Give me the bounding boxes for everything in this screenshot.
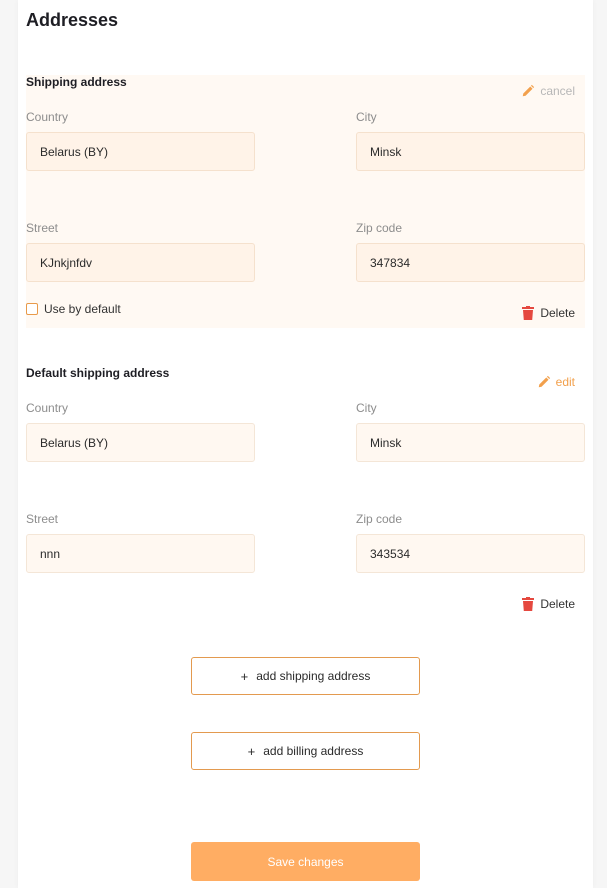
street-label: Street — [26, 512, 59, 526]
street-field[interactable]: nnn — [26, 534, 255, 573]
city-label: City — [356, 110, 377, 124]
zip-label: Zip code — [356, 221, 403, 235]
page-title: Addresses — [26, 10, 119, 30]
use-by-default-label: Use by default — [44, 302, 121, 316]
cancel-label: cancel — [540, 84, 575, 98]
checkbox-box[interactable] — [26, 303, 38, 315]
edit-button[interactable]: edit — [537, 375, 575, 389]
city-field[interactable]: Minsk — [356, 423, 585, 462]
add-billing-address-label: add billing address — [263, 744, 364, 758]
city-input[interactable]: Minsk — [356, 132, 585, 171]
delete-default-address-button[interactable]: Delete — [522, 597, 575, 611]
shipping-address-form: Shipping address cancel Country Belarus … — [26, 75, 585, 328]
trash-icon — [522, 306, 535, 320]
add-shipping-address-button[interactable]: + add shipping address — [191, 657, 420, 695]
default-shipping-address: Default shipping address edit Country Be… — [26, 366, 585, 616]
use-by-default-checkbox[interactable]: Use by default — [26, 302, 121, 316]
save-changes-button[interactable]: Save changes — [191, 842, 420, 881]
country-label: Country — [26, 401, 69, 415]
street-label: Street — [26, 221, 59, 235]
pencil-icon — [538, 375, 550, 388]
add-billing-address-button[interactable]: + add billing address — [191, 732, 420, 770]
default-shipping-address-title: Default shipping address — [26, 366, 170, 380]
edit-label: edit — [555, 375, 575, 389]
delete-shipping-address-button[interactable]: Delete — [522, 306, 575, 320]
shipping-address-title: Shipping address — [26, 75, 127, 89]
trash-icon — [522, 597, 535, 611]
cancel-button[interactable]: cancel — [521, 84, 575, 98]
city-label: City — [356, 401, 377, 415]
delete-label: Delete — [540, 306, 575, 320]
add-shipping-address-label: add shipping address — [256, 669, 371, 683]
zip-input[interactable]: 347834 — [356, 243, 585, 282]
country-field[interactable]: Belarus (BY) — [26, 423, 255, 462]
delete-label: Delete — [540, 597, 575, 611]
plus-icon: + — [240, 668, 249, 684]
street-input[interactable]: KJnkjnfdv — [26, 243, 255, 282]
pencil-icon — [523, 84, 535, 97]
zip-label: Zip code — [356, 512, 403, 526]
zip-field[interactable]: 343534 — [356, 534, 585, 573]
country-input[interactable]: Belarus (BY) — [26, 132, 255, 171]
plus-icon: + — [247, 743, 256, 759]
country-label: Country — [26, 110, 69, 124]
